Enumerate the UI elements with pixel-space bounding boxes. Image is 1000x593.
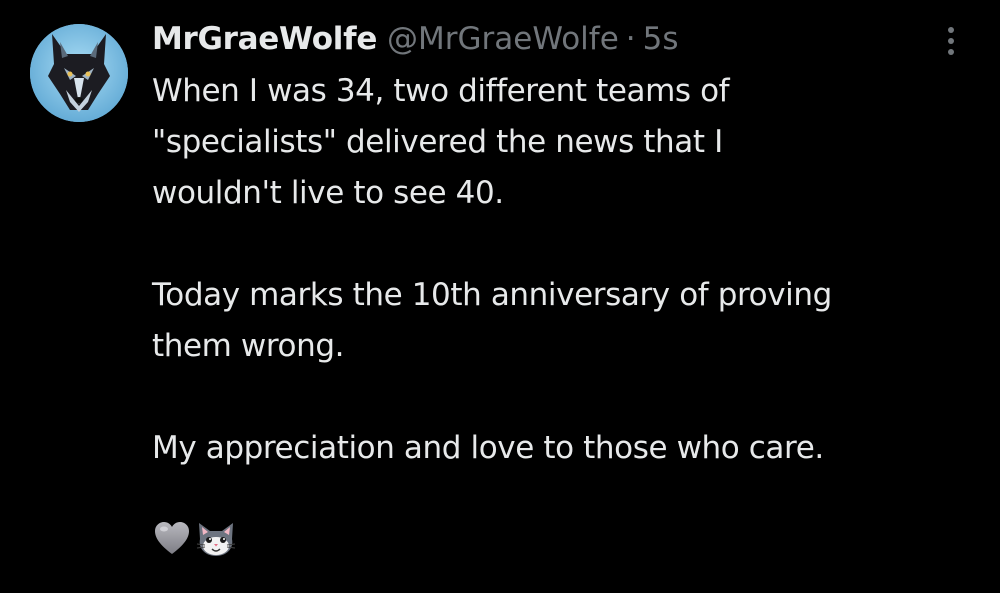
tweet-paragraph: My appreciation and love to those who ca…: [152, 423, 952, 474]
tweet-line: Today marks the 10th anniversary of prov…: [152, 277, 832, 313]
more-vertical-icon: [948, 49, 954, 55]
more-vertical-icon: [948, 38, 954, 44]
tweet-header: MrGraeWolfe @MrGraeWolfe · 5s: [152, 14, 952, 64]
more-vertical-icon: [948, 27, 954, 33]
tweet-card[interactable]: MrGraeWolfe @MrGraeWolfe · 5s When I was…: [0, 0, 1000, 593]
tweet-paragraph: When I was 34, two different teams of "s…: [152, 66, 952, 219]
tweet-line: them wrong.: [152, 328, 345, 364]
cat-face-icon: [196, 522, 236, 556]
tweet-line: When I was 34, two different teams of: [152, 73, 730, 109]
wolf-avatar-icon: [30, 24, 128, 122]
tweet-line: My appreciation and love to those who ca…: [152, 430, 824, 466]
grey-heart-icon: [155, 521, 189, 554]
tweet-paragraph: Today marks the 10th anniversary of prov…: [152, 270, 952, 372]
more-options-button[interactable]: [934, 22, 968, 60]
tweet-line: wouldn't live to see 40.: [152, 175, 504, 211]
emoji-row: [152, 513, 952, 564]
tweet-text: When I was 34, two different teams of "s…: [152, 66, 952, 564]
display-name[interactable]: MrGraeWolfe: [152, 14, 377, 64]
tweet-line: "specialists" delivered the news that I: [152, 124, 723, 160]
separator-dot: ·: [625, 21, 636, 57]
avatar[interactable]: [30, 24, 128, 122]
timestamp[interactable]: 5s: [643, 14, 679, 64]
user-handle[interactable]: @MrGraeWolfe: [387, 14, 619, 64]
tweet-content: MrGraeWolfe @MrGraeWolfe · 5s When I was…: [152, 14, 952, 564]
